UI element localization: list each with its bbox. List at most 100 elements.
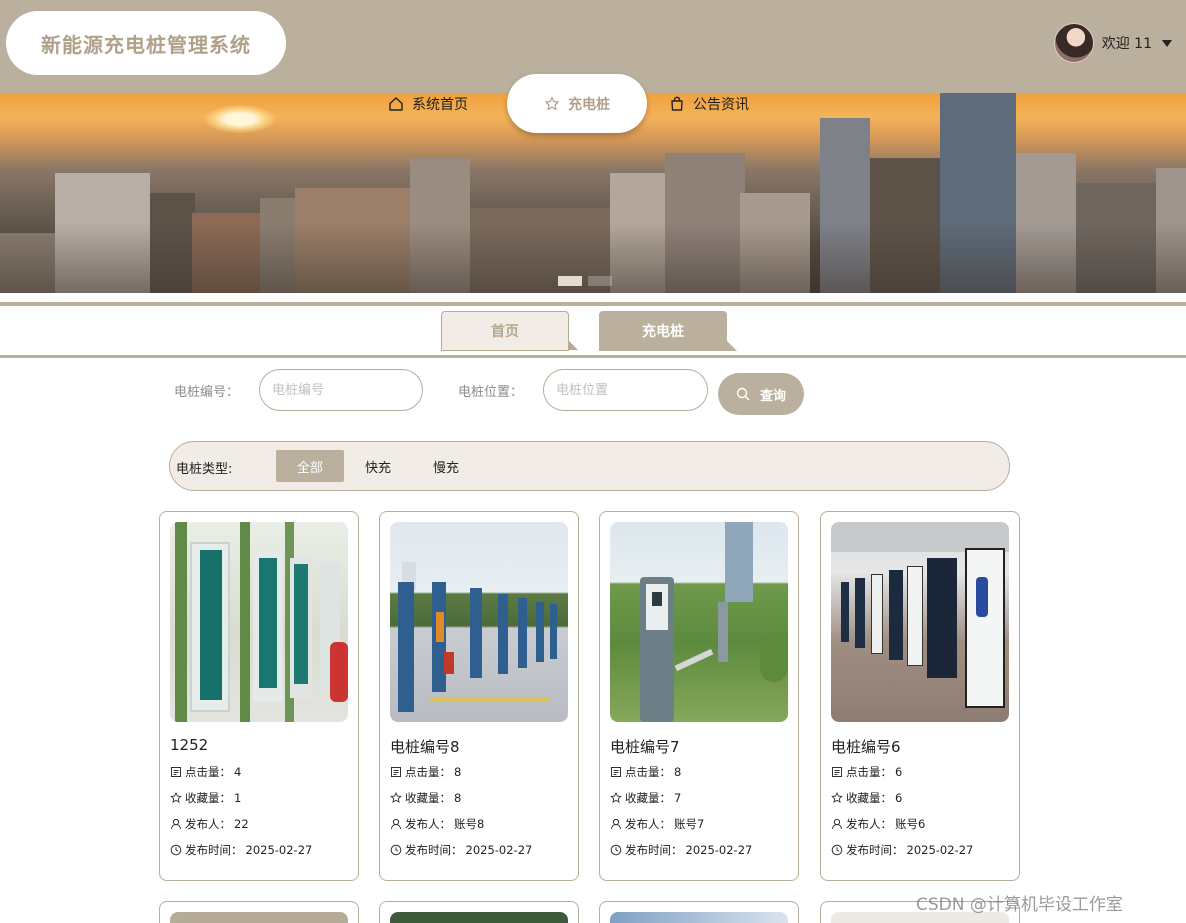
meta-clicks: 点击量： 8 [390,764,461,780]
nav-item-charging-pile[interactable]: 充电桩 [507,74,647,133]
avatar[interactable] [1053,23,1094,63]
user-icon [171,818,181,830]
pile-photo[interactable] [610,912,788,923]
meta-label: 点击量： [185,765,231,779]
meta-time: 发布时间： 2025-02-27 [390,842,532,858]
carousel-dot[interactable] [588,276,612,286]
caret-down-icon[interactable] [1162,39,1172,47]
doc-icon [832,767,842,777]
star-icon [610,792,622,803]
pile-type-filter: 电桩类型: 全部 快充 慢充 [169,441,1010,491]
meta-label: 发布人： [625,817,671,831]
pile-card[interactable] [159,901,359,923]
meta-clicks: 点击量： 6 [831,764,902,780]
meta-clicks: 点击量： 4 [170,764,241,780]
publisher-value: 账号7 [674,817,705,831]
time-value: 2025-02-27 [906,843,974,857]
tab-label: 首页 [491,324,519,340]
clicks-value: 8 [674,765,682,779]
clock-icon [610,844,622,856]
pile-title[interactable]: 电桩编号7 [610,736,680,757]
meta-time: 发布时间： 2025-02-27 [170,842,312,858]
meta-favorites: 收藏量： 7 [610,790,681,806]
user-menu[interactable]: 欢迎 11 [1053,22,1172,64]
time-value: 2025-02-27 [245,843,313,857]
meta-label: 发布时间： [625,843,683,857]
meta-time: 发布时间： 2025-02-27 [831,842,973,858]
meta-publisher: 发布人： 22 [170,816,249,832]
pile-card[interactable]: 电桩编号8 点击量： 8 收藏量： 8 发布人： 账号8 发布时间： 2025-02-2… [379,511,579,881]
meta-label: 发布人： [846,817,892,831]
pile-photo[interactable] [610,522,788,722]
pile-card[interactable]: 电桩编号6 点击量： 6 收藏量： 6 发布人： 账号6 发布时间： 2025-02-2… [820,511,1020,881]
meta-publisher: 发布人： 账号6 [831,816,925,832]
meta-label: 点击量： [405,765,451,779]
type-option-fast[interactable]: 快充 [344,450,412,482]
star-icon [831,792,843,803]
pile-card[interactable]: 1252 点击量： 4 收藏量： 1 发布人： 22 发布时间： 2025-02-27 [159,511,359,881]
user-icon [391,818,401,830]
pile-card[interactable] [379,901,579,923]
favorites-value: 1 [234,791,242,805]
time-value: 2025-02-27 [465,843,533,857]
meta-label: 收藏量： [185,791,231,805]
meta-favorites: 收藏量： 1 [170,790,241,806]
pile-card[interactable] [599,901,799,923]
type-option-slow[interactable]: 慢充 [412,450,480,482]
logo[interactable]: 新能源充电桩管理系统 [6,11,286,75]
pile-code-input[interactable] [259,369,423,411]
tab-divider-top [0,302,1186,306]
pile-card[interactable]: 电桩编号7 点击量： 8 收藏量： 7 发布人： 账号7 发布时间： 2025-02-2… [599,511,799,881]
pile-location-label: 电桩位置： [458,385,524,400]
meta-label: 点击量： [625,765,671,779]
doc-icon [171,767,181,777]
pile-title[interactable]: 1252 [170,736,208,754]
clicks-value: 4 [234,765,242,779]
welcome-text: 欢迎 11 [1101,36,1152,52]
pile-location-input[interactable] [543,369,708,411]
user-icon [832,818,842,830]
type-option-label: 慢充 [432,460,459,476]
nav-label: 公告资讯 [693,97,749,113]
bag-icon [671,96,683,111]
meta-publisher: 发布人： 账号8 [390,816,484,832]
pile-title[interactable]: 电桩编号6 [831,736,901,757]
pile-photo[interactable] [831,522,1009,722]
meta-time: 发布时间： 2025-02-27 [610,842,752,858]
tab-home[interactable]: 首页 [441,311,578,351]
meta-label: 发布时间： [185,843,243,857]
home-icon [389,97,403,111]
pile-photo[interactable] [390,522,568,722]
clicks-value: 8 [454,765,462,779]
favorites-value: 8 [454,791,462,805]
meta-label: 收藏量： [405,791,451,805]
main-nav: 系统首页 充电桩 公告资讯 [0,74,1186,136]
type-option-label: 快充 [364,460,391,476]
type-option-label: 全部 [296,460,323,476]
type-option-all[interactable]: 全部 [276,450,344,482]
search-button[interactable]: 查询 [718,373,804,415]
pile-type-label: 电桩类型: [176,462,233,477]
nav-item-home[interactable]: 系统首页 [388,90,468,118]
pile-title[interactable]: 电桩编号8 [390,736,460,757]
meta-label: 点击量： [846,765,892,779]
doc-icon [391,767,401,777]
clock-icon [170,844,182,856]
star-icon [545,96,559,110]
carousel-indicators[interactable] [558,276,612,286]
meta-label: 收藏量： [846,791,892,805]
pile-photo[interactable] [170,912,348,923]
tab-charging-pile[interactable]: 充电桩 [599,311,737,351]
pile-photo[interactable] [390,912,568,923]
doc-icon [611,767,621,777]
meta-favorites: 收藏量： 8 [390,790,461,806]
publisher-value: 账号8 [454,817,485,831]
nav-item-announcements[interactable]: 公告资讯 [669,90,749,118]
logo-text: 新能源充电桩管理系统 [41,32,251,57]
user-icon [611,818,621,830]
carousel-dot[interactable] [558,276,582,286]
star-icon [170,792,182,803]
pile-photo[interactable] [170,522,348,722]
meta-label: 发布人： [405,817,451,831]
clock-icon [390,844,402,856]
